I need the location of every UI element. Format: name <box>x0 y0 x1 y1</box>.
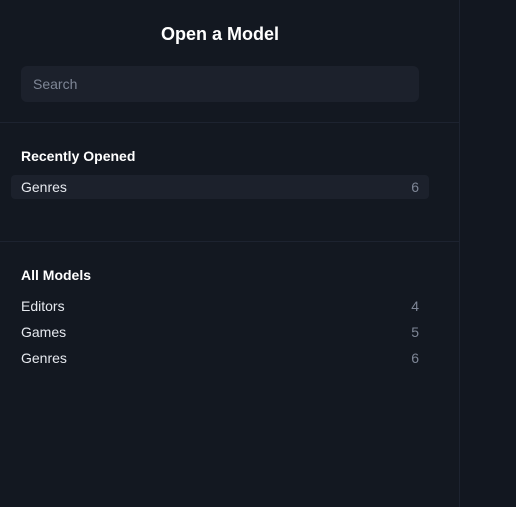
content-pane <box>461 0 516 507</box>
model-item-genres[interactable]: Genres 6 <box>11 346 429 370</box>
divider <box>0 122 460 123</box>
model-item-games[interactable]: Games 5 <box>11 320 429 344</box>
open-model-panel: Open a Model Recently Opened Genres 6 Al… <box>0 0 460 507</box>
model-count: 4 <box>411 298 419 314</box>
model-name: Games <box>21 324 67 340</box>
dialog-title: Open a Model <box>160 24 279 44</box>
search-input[interactable] <box>21 66 419 102</box>
model-name: Editors <box>21 298 65 314</box>
model-name: Genres <box>21 350 67 366</box>
model-name: Genres <box>21 179 67 195</box>
model-count: 5 <box>411 324 419 340</box>
all-models-heading: All Models <box>21 267 92 283</box>
model-count: 6 <box>411 350 419 366</box>
divider <box>0 241 460 242</box>
model-item-editors[interactable]: Editors 4 <box>11 294 429 318</box>
recently-opened-heading: Recently Opened <box>21 148 136 164</box>
recent-item-genres[interactable]: Genres 6 <box>11 175 429 199</box>
model-count: 6 <box>411 179 419 195</box>
